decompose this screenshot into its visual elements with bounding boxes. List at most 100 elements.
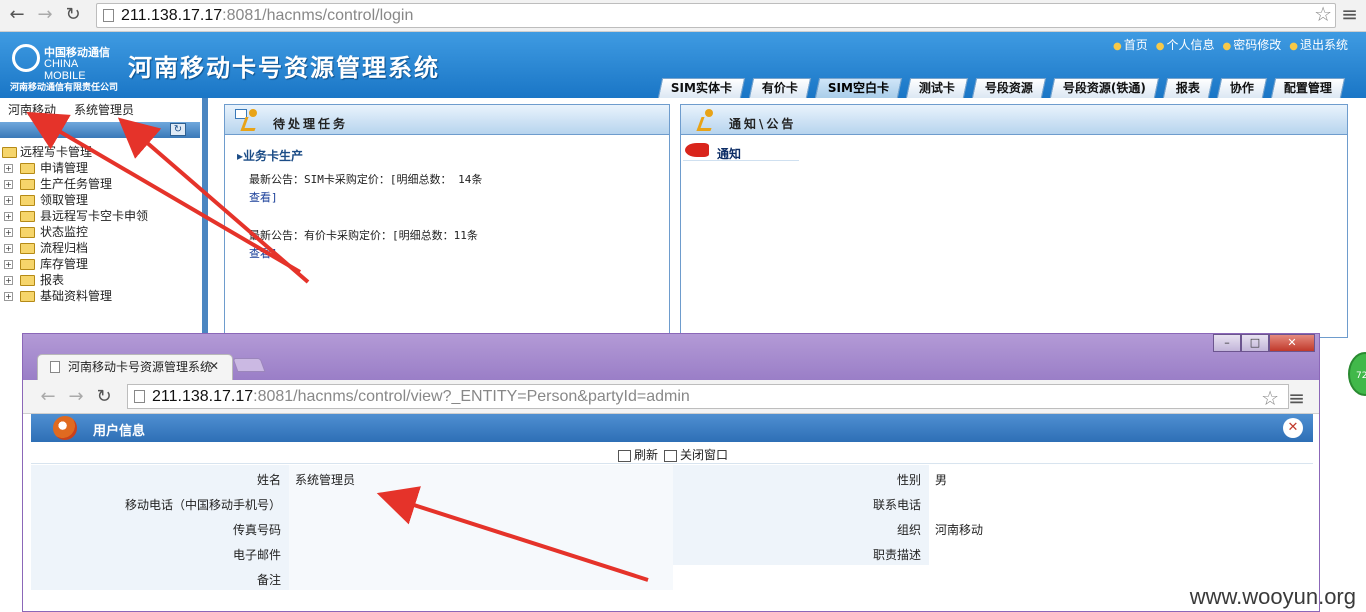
expand-icon[interactable]: +: [4, 180, 13, 189]
tree-item[interactable]: + 领取管理: [0, 192, 148, 208]
notice-panel-header: 通知\公告: [681, 105, 1347, 135]
expand-icon[interactable]: +: [4, 244, 13, 253]
field-value: [289, 540, 673, 565]
browser-menu-icon[interactable]: ≡: [1288, 386, 1305, 410]
watermark: www.wooyun.org: [1189, 584, 1356, 609]
tree-item[interactable]: + 报表: [0, 272, 148, 288]
expand-icon[interactable]: +: [4, 228, 13, 237]
tasks-panel: 待处理任务 ▸业务卡生产 最新公告：SIM卡采购定价：[明细总数： 14条 查看…: [224, 104, 670, 338]
sidebar-toolbar: ↻: [0, 122, 200, 138]
reload-icon[interactable]: ↻: [62, 4, 84, 26]
runner-chart-icon: [235, 107, 263, 135]
notice-panel-title: 通知\公告: [729, 117, 797, 131]
field-value: 男: [929, 465, 1313, 490]
forward-icon[interactable]: →: [34, 4, 56, 26]
table-row: 电子邮件 职责描述: [31, 540, 1313, 565]
tree-item[interactable]: + 库存管理: [0, 256, 148, 272]
refresh-icon[interactable]: ↻: [170, 123, 186, 136]
folder-icon: [20, 227, 35, 238]
field-label: 移动电话（中国移动手机号）: [31, 490, 289, 515]
bookmark-star-icon[interactable]: ☆: [1261, 386, 1279, 410]
tab-collaboration[interactable]: 协作: [1217, 78, 1268, 98]
tree-item[interactable]: + 生产任务管理: [0, 176, 148, 192]
globe-icon: [12, 44, 40, 72]
sidebar-org: 河南移动: [8, 103, 57, 117]
tasks-panel-header: 待处理任务: [225, 105, 669, 135]
field-value: [929, 540, 1313, 565]
sidebar-user-info: 河南移动 系统管理员: [0, 98, 202, 120]
field-value: [929, 490, 1313, 515]
tree-item[interactable]: + 状态监控: [0, 224, 148, 240]
table-row: 姓名 系统管理员 性别 男: [31, 465, 1313, 490]
action-row: 刷新 关闭窗口: [31, 444, 1313, 464]
app-header: 中国移动通信 CHINA MOBILE 河南移动通信有限责任公司 河南移动卡号资…: [0, 32, 1366, 98]
forward-icon[interactable]: →: [65, 386, 87, 408]
browser-menu-icon[interactable]: ≡: [1341, 2, 1358, 26]
tab-value-card[interactable]: 有价卡: [748, 78, 812, 98]
tree-item[interactable]: + 基础资料管理: [0, 288, 148, 304]
logo-en: CHINA MOBILE: [44, 58, 86, 82]
window-close-icon[interactable]: ✕: [1269, 334, 1315, 352]
popup-browser-toolbar: ← → ↻ 211.138.17.17:8081/hacnms/control/…: [23, 380, 1319, 414]
side-badge[interactable]: 72: [1348, 352, 1366, 396]
top-links: 首页 个人信息 密码修改 退出系统: [1113, 36, 1348, 53]
folder-icon: [20, 243, 35, 254]
refresh-button[interactable]: 刷新: [616, 444, 658, 466]
minimize-icon[interactable]: –: [1213, 334, 1241, 352]
expand-icon[interactable]: +: [4, 292, 13, 301]
popup-tab[interactable]: 河南移动卡号资源管理系统: [37, 354, 233, 380]
expand-icon[interactable]: +: [4, 212, 13, 221]
tab-sim-physical[interactable]: SIM实体卡: [657, 78, 746, 98]
system-title: 河南移动卡号资源管理系统: [128, 54, 440, 82]
back-icon[interactable]: ←: [6, 4, 28, 26]
tab-sim-blank[interactable]: SIM空白卡: [814, 78, 903, 98]
tab-number-range[interactable]: 号段资源: [972, 78, 1047, 98]
tab-close-icon[interactable]: ✕: [209, 359, 219, 373]
window-controls: – □ ✕: [1213, 334, 1315, 352]
logout-link[interactable]: 退出系统: [1289, 36, 1348, 53]
expand-icon[interactable]: +: [4, 164, 13, 173]
page-icon: [50, 361, 60, 373]
notice-item: 最新公告：SIM卡采购定价：[明细总数： 14条 查看]: [249, 173, 483, 204]
tree-item[interactable]: + 流程归档: [0, 240, 148, 256]
tasks-panel-title: 待处理任务: [273, 117, 349, 131]
field-label: 联系电话: [673, 490, 929, 515]
back-icon[interactable]: ←: [37, 386, 59, 408]
tab-number-range-tietong[interactable]: 号段资源(铁通): [1050, 78, 1160, 98]
field-label: 电子邮件: [31, 540, 289, 565]
tree-root[interactable]: 远程写卡管理: [0, 144, 148, 160]
reload-icon[interactable]: ↻: [93, 386, 115, 408]
view-link[interactable]: 查看]: [249, 247, 278, 260]
user-logo-icon: [53, 416, 77, 440]
tree-item[interactable]: + 申请管理: [0, 160, 148, 176]
tree-item[interactable]: + 县远程写卡空卡申领: [0, 208, 148, 224]
close-icon[interactable]: ✕: [1283, 418, 1303, 438]
close-window-button[interactable]: 关闭窗口: [662, 444, 728, 466]
new-tab-button[interactable]: [232, 358, 266, 372]
folder-icon: [20, 195, 35, 206]
runner-icon: [691, 107, 719, 135]
tab-test-card[interactable]: 测试卡: [906, 78, 969, 98]
view-link[interactable]: 查看]: [249, 191, 278, 204]
table-row: 移动电话（中国移动手机号） 联系电话: [31, 490, 1313, 515]
bookmark-star-icon[interactable]: ☆: [1314, 2, 1332, 26]
url-host: 211.138.17.17: [121, 7, 223, 24]
field-label: 组织: [673, 515, 929, 540]
expand-icon[interactable]: +: [4, 260, 13, 269]
tab-reports[interactable]: 报表: [1163, 78, 1214, 98]
expand-icon[interactable]: +: [4, 276, 13, 285]
home-link[interactable]: 首页: [1113, 36, 1148, 53]
password-link[interactable]: 密码修改: [1223, 36, 1281, 53]
popup-address-bar[interactable]: 211.138.17.17:8081/hacnms/control/view?_…: [127, 384, 1289, 409]
notice-tab[interactable]: 通知: [683, 141, 799, 161]
field-label: 性别: [673, 465, 929, 490]
user-info-table: 姓名 系统管理员 性别 男 移动电话（中国移动手机号） 联系电话 传真号码 组织…: [31, 465, 1313, 590]
expand-icon[interactable]: +: [4, 196, 13, 205]
business-card-link[interactable]: ▸业务卡生产: [237, 147, 303, 164]
address-bar[interactable]: 211.138.17.17:8081/hacnms/control/login: [96, 3, 1336, 28]
page-icon: [103, 9, 114, 22]
main-tabs: SIM实体卡 有价卡 SIM空白卡 测试卡 号段资源 号段资源(铁通) 报表 协…: [652, 78, 1346, 98]
profile-link[interactable]: 个人信息: [1156, 36, 1214, 53]
tab-config[interactable]: 配置管理: [1271, 78, 1346, 98]
maximize-icon[interactable]: □: [1241, 334, 1269, 352]
